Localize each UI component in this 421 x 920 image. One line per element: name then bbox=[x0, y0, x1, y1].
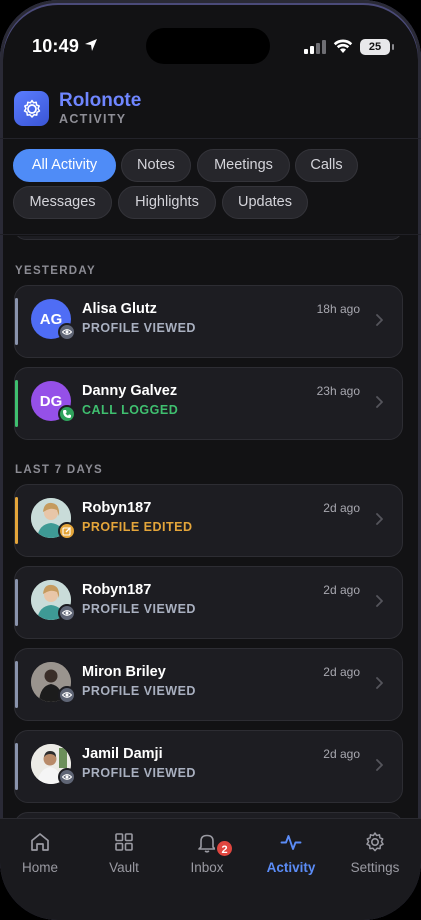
chevron-right-icon bbox=[376, 314, 383, 326]
tab-label: Home bbox=[21, 860, 58, 875]
tab-vault[interactable]: Vault bbox=[84, 827, 164, 877]
chevron-right-icon bbox=[376, 513, 383, 525]
activity-card[interactable]: Jamil Damji PROFILE VIEWED 2d ago bbox=[14, 730, 403, 803]
activity-card[interactable]: Robyn187 PROFILE VIEWED 2d ago bbox=[14, 566, 403, 639]
contact-name: Robyn187 bbox=[82, 500, 152, 516]
activity-card[interactable]: Robyn187 PROFILE EDITED 2d ago bbox=[14, 484, 403, 557]
activity-type: PROFILE EDITED bbox=[82, 520, 193, 534]
tab-home[interactable]: Home bbox=[0, 827, 80, 877]
card-accent-bar bbox=[15, 298, 18, 345]
contact-name: Alisa Glutz bbox=[82, 301, 157, 317]
chevron-right-icon bbox=[376, 595, 383, 607]
activity-time: 23h ago bbox=[316, 384, 360, 398]
activity-time: 2d ago bbox=[323, 501, 360, 515]
chevron-right-icon bbox=[376, 396, 383, 408]
grid-icon bbox=[115, 833, 133, 851]
eye-icon bbox=[58, 323, 76, 341]
status-time: 10:49 bbox=[32, 36, 80, 56]
activity-type: PROFILE VIEWED bbox=[82, 766, 196, 780]
activity-card[interactable]: Miron Briley PROFILE VIEWED 2d ago bbox=[14, 648, 403, 721]
phone-screen: 10:49 25 Rolonote ACTIVITY All Activity … bbox=[0, 0, 421, 920]
location-arrow-icon bbox=[85, 39, 97, 51]
tab-label: Inbox bbox=[190, 860, 224, 875]
dynamic-island bbox=[146, 28, 270, 64]
app-logo-icon bbox=[14, 91, 49, 126]
eye-icon bbox=[58, 768, 76, 786]
filter-all-activity[interactable]: All Activity bbox=[13, 149, 116, 182]
activity-time: 2d ago bbox=[323, 583, 360, 597]
tab-label: Vault bbox=[109, 860, 139, 875]
filter-updates[interactable]: Updates bbox=[222, 186, 308, 219]
status-bar: 10:49 25 bbox=[0, 0, 421, 64]
wifi-icon bbox=[333, 39, 353, 53]
tab-label: Activity bbox=[266, 860, 316, 875]
filter-calls[interactable]: Calls bbox=[295, 149, 358, 182]
gear-icon bbox=[366, 832, 384, 852]
eye-icon bbox=[58, 604, 76, 622]
contact-name: Miron Briley bbox=[82, 664, 166, 680]
activity-time: 2d ago bbox=[323, 665, 360, 679]
activity-time: 2d ago bbox=[323, 747, 360, 761]
contact-name: Robyn187 bbox=[82, 582, 152, 598]
app-title: Rolonote bbox=[59, 90, 142, 111]
activity-card[interactable]: AG Alisa Glutz PROFILE VIEWED 18h ago bbox=[14, 285, 403, 358]
contact-name: Danny Galvez bbox=[82, 383, 178, 399]
home-icon bbox=[31, 833, 49, 851]
filter-meetings[interactable]: Meetings bbox=[197, 149, 290, 182]
tab-bar: Home Vault 2 Inbox Activity Settings bbox=[0, 818, 421, 920]
activity-feed[interactable]: YESTERDAY AG Alisa Glutz PROFILE VIEWED … bbox=[0, 236, 421, 820]
activity-card[interactable]: DG Danny Galvez CALL LOGGED 23h ago bbox=[14, 367, 403, 440]
page-subtitle: ACTIVITY bbox=[59, 112, 127, 126]
activity-type: PROFILE VIEWED bbox=[82, 602, 196, 616]
filter-messages[interactable]: Messages bbox=[13, 186, 112, 219]
card-accent-bar bbox=[15, 579, 18, 626]
eye-icon bbox=[58, 686, 76, 704]
activity-type: PROFILE VIEWED bbox=[82, 684, 196, 698]
cellular-signal-icon bbox=[304, 40, 326, 54]
filters-divider bbox=[0, 234, 421, 235]
section-label-last-7-days: LAST 7 DAYS bbox=[15, 464, 104, 476]
header-divider bbox=[0, 138, 421, 139]
chevron-right-icon bbox=[376, 759, 383, 771]
filter-highlights[interactable]: Highlights bbox=[118, 186, 216, 219]
card-accent-bar bbox=[15, 743, 18, 790]
activity-type: PROFILE VIEWED bbox=[82, 321, 196, 335]
battery-indicator: 25 bbox=[360, 39, 394, 55]
edit-icon bbox=[58, 522, 76, 540]
activity-time: 18h ago bbox=[316, 302, 360, 316]
activity-icon bbox=[280, 835, 302, 850]
card-accent-bar bbox=[15, 661, 18, 708]
card-accent-bar bbox=[15, 380, 18, 427]
card-accent-bar bbox=[15, 497, 18, 544]
phone-icon bbox=[58, 405, 76, 423]
section-label-yesterday: YESTERDAY bbox=[15, 265, 96, 277]
previous-card-edge bbox=[14, 236, 403, 240]
activity-type: CALL LOGGED bbox=[82, 403, 179, 417]
tab-label: Settings bbox=[350, 860, 400, 875]
tab-inbox[interactable]: 2 Inbox bbox=[167, 827, 247, 877]
contact-name: Jamil Damji bbox=[82, 746, 163, 762]
inbox-count-badge: 2 bbox=[215, 839, 234, 858]
chevron-right-icon bbox=[376, 677, 383, 689]
tab-activity[interactable]: Activity bbox=[251, 827, 331, 877]
filter-notes[interactable]: Notes bbox=[121, 149, 191, 182]
tab-settings[interactable]: Settings bbox=[335, 827, 415, 877]
